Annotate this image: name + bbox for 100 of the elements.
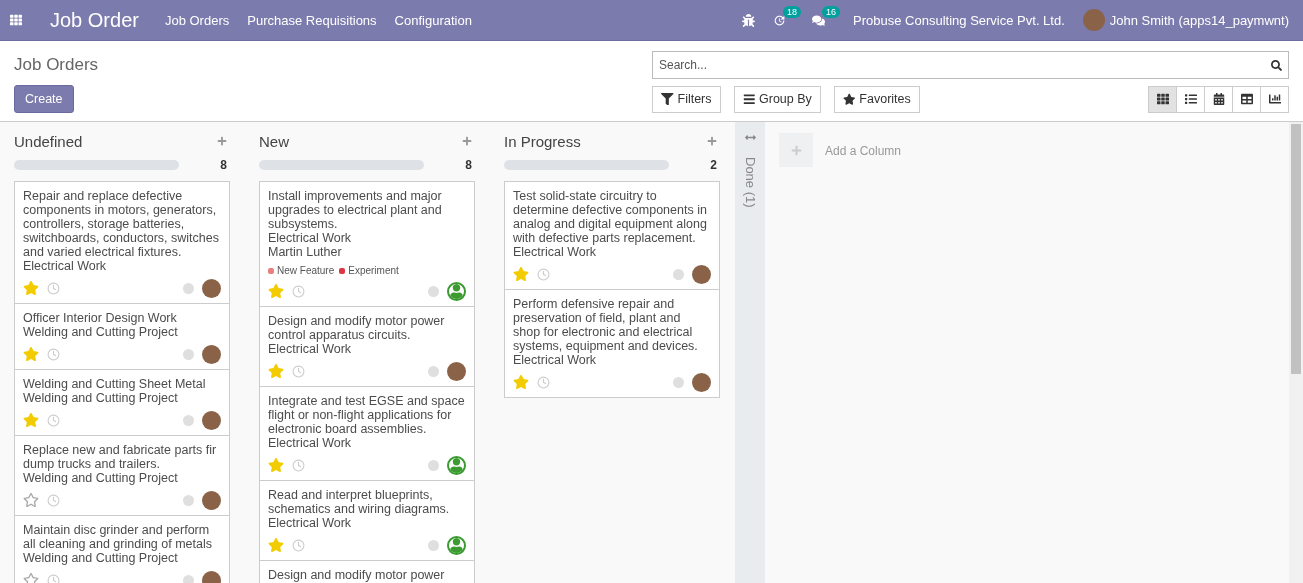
kanban-card[interactable]: Integrate and test EGSE and space flight or non-flight applications for electronic board assemblies. Electrical Work: [259, 386, 475, 481]
filter-icon: [661, 92, 674, 106]
status-dot[interactable]: [428, 539, 439, 551]
column-count: 8: [220, 158, 228, 172]
status-dot[interactable]: [183, 494, 194, 506]
pivot-icon: [1240, 93, 1253, 105]
menu-icon: [742, 92, 756, 106]
clock-icon[interactable]: [537, 375, 550, 389]
bug-icon[interactable]: [742, 13, 756, 27]
kanban-card[interactable]: Design and modify motor power control apparatus circuits. Electrical Work: [259, 306, 475, 387]
calendar-icon: [1212, 93, 1225, 105]
graph-icon: [1268, 93, 1281, 105]
star-icon: [842, 92, 856, 106]
folded-column-title: Done (1): [742, 157, 758, 208]
nav-menu-link[interactable]: Purchase Requisitions: [247, 12, 377, 28]
kanban-card[interactable]: Welding and Cutting Sheet Metal Welding and Cutting Project: [14, 369, 230, 436]
search-icon[interactable]: [1271, 59, 1282, 71]
star-icon[interactable]: [23, 280, 39, 296]
star-icon[interactable]: [268, 363, 284, 379]
card-title: Read and interpret blueprints, schematics and wiring diagrams.: [268, 488, 451, 516]
kanban-card[interactable]: Design and modify motor power: [259, 560, 475, 583]
search-option-button[interactable]: Filters: [652, 85, 721, 113]
kanban-card[interactable]: Test solid-state circuitry to determine defective components in analog and digital equipment along with defective parts replacement. Electrical Work: [504, 181, 720, 290]
card-project: Electrical Work: [268, 231, 353, 245]
user-avatar: [1082, 9, 1105, 31]
user-avatar: [202, 344, 221, 364]
status-dot[interactable]: [183, 348, 194, 360]
status-dot[interactable]: [673, 268, 684, 280]
kanban-card[interactable]: Replace new and fabricate parts fir dump trucks and trailers. Welding and Cutting Project: [14, 435, 230, 516]
clock-icon[interactable]: [537, 267, 550, 281]
list-icon: [1184, 93, 1197, 105]
card-title: Install improvements and major upgrades to electrical plant and subsystems.: [268, 189, 443, 231]
star-icon[interactable]: [268, 537, 284, 553]
nav-menu-link[interactable]: Job Orders: [164, 12, 230, 28]
pivot-view-button[interactable]: [1232, 85, 1261, 113]
expand-arrows-icon[interactable]: [744, 132, 756, 143]
search-option-button[interactable]: Group By: [733, 85, 821, 113]
star-icon[interactable]: [23, 412, 39, 428]
kanban-card[interactable]: Read and interpret blueprints, schematics and wiring diagrams. Electrical Work: [259, 480, 475, 561]
card-project: Electrical Work: [268, 436, 353, 450]
clock-icon[interactable]: [292, 538, 305, 552]
status-dot[interactable]: [183, 414, 194, 426]
star-icon[interactable]: [268, 457, 284, 473]
card-project: Electrical Work: [513, 245, 598, 259]
column-title: Undefined: [14, 132, 83, 150]
tag-label: New Feature: [277, 265, 335, 276]
card-project: Welding and Cutting Project: [23, 471, 179, 485]
company-name[interactable]: Probuse Consulting Service Pvt. Ltd.: [853, 12, 1065, 28]
clock-icon[interactable]: [47, 281, 60, 295]
status-dot[interactable]: [428, 459, 439, 471]
kanban-card[interactable]: Perform defensive repair and preservation of field, plant and shop for electronic and electrical systems, equipment and devices. Electrical Work: [504, 289, 720, 398]
star-icon[interactable]: [513, 266, 529, 282]
card-project: Electrical Work: [268, 516, 353, 530]
add-column-button[interactable]: [779, 133, 813, 167]
graph-view-button[interactable]: [1260, 85, 1289, 113]
kanban-card[interactable]: Install improvements and major upgrades to electrical plant and subsystems. Electrical Work Martin Luther New Feature Experiment: [259, 181, 475, 307]
clock-icon[interactable]: [292, 364, 305, 378]
star-icon[interactable]: [268, 283, 284, 299]
app-title: Job Order: [50, 8, 139, 32]
search-field[interactable]: Search...: [652, 51, 1289, 79]
status-dot[interactable]: [183, 282, 194, 294]
user-avatar: [202, 410, 221, 430]
card-title: Welding and Cutting Sheet Metal: [23, 377, 207, 391]
search-option-button[interactable]: Favorites: [833, 85, 920, 113]
add-icon: [790, 144, 802, 156]
calendar-view-button[interactable]: [1204, 85, 1233, 113]
card-title: Integrate and test EGSE and space flight or non-flight applications for electronic board assemblies.: [268, 394, 466, 436]
clock-icon[interactable]: [292, 284, 305, 298]
list-view-button[interactable]: [1176, 85, 1205, 113]
kanban-view-button[interactable]: [1148, 85, 1177, 113]
activity-icon[interactable]: [773, 13, 787, 27]
status-dot[interactable]: [673, 376, 684, 388]
create-button[interactable]: Create: [14, 85, 74, 113]
clock-icon[interactable]: [47, 347, 60, 361]
kanban-card[interactable]: Officer Interior Design Work Welding and Cutting Project: [14, 303, 230, 370]
clock-icon[interactable]: [47, 573, 60, 583]
user-silhouette-avatar: [447, 535, 466, 555]
messages-icon[interactable]: [812, 13, 826, 27]
user-name[interactable]: John Smith (apps14_paymwnt): [1109, 12, 1289, 28]
breadcrumb: Job Orders: [14, 55, 100, 75]
card-title: Repair and replace defective components in motors, generators, controllers, storage batteries, switchboards, conductors, switches and varied electrical fixtures.: [23, 189, 220, 259]
star-icon[interactable]: [23, 346, 39, 362]
card-title: Design and modify motor power: [268, 568, 446, 582]
user-avatar: [447, 361, 466, 381]
status-dot[interactable]: [428, 365, 439, 377]
scrollbar[interactable]: [1289, 122, 1303, 583]
status-dot[interactable]: [428, 285, 439, 297]
activity-count-badge: 18: [783, 5, 802, 18]
card-project: Electrical Work: [268, 342, 353, 356]
kanban-card[interactable]: Repair and replace defective components in motors, generators, controllers, storage batteries, switchboards, conductors, switches and varied electrical fixtures. Electrical Work: [14, 181, 230, 304]
card-title: Replace new and fabricate parts fir dump trucks and trailers.: [23, 443, 218, 471]
clock-icon[interactable]: [47, 493, 60, 507]
clock-icon[interactable]: [47, 413, 60, 427]
star-icon[interactable]: [23, 492, 39, 508]
user-silhouette-avatar: [447, 455, 466, 475]
status-dot[interactable]: [183, 574, 194, 583]
kanban-card[interactable]: Maintain disc grinder and perform all cleaning and grinding of metals Welding and Cutting Project: [14, 515, 230, 583]
star-icon[interactable]: [513, 374, 529, 390]
nav-menu-link[interactable]: Configuration: [394, 12, 472, 28]
clock-icon[interactable]: [292, 458, 305, 472]
